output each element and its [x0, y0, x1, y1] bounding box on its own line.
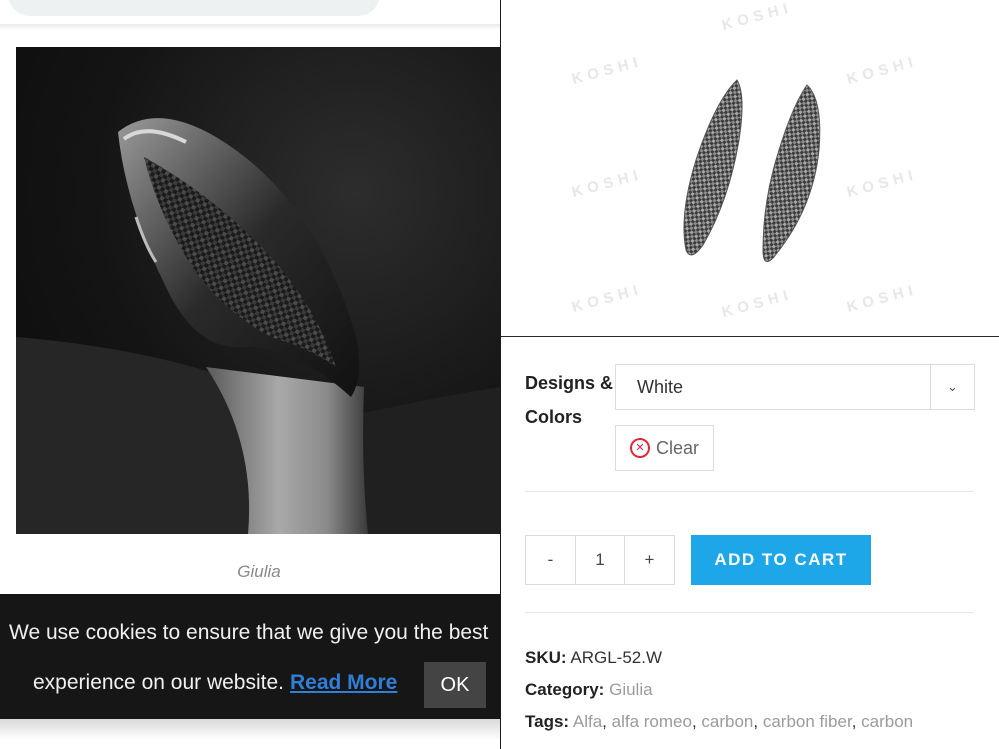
quantity-decrease-button[interactable]: - — [526, 536, 576, 584]
gear-knob-photo — [16, 47, 500, 534]
read-more-link[interactable]: Read More — [290, 671, 397, 694]
quantity-stepper[interactable]: - 1 + — [525, 535, 675, 585]
quantity-input[interactable]: 1 — [576, 536, 625, 584]
category-label: Category: — [525, 680, 605, 699]
tag-link[interactable]: Alfa — [573, 712, 602, 731]
option-label-line2: Colors — [525, 407, 583, 427]
category-link[interactable]: Giulia — [609, 680, 652, 699]
sku-row: SKU: ARGL-52.W — [525, 648, 662, 668]
tags-row: Tags: Alfa, alfa romeo, carbon, carbon f… — [525, 712, 914, 731]
designs-colors-select[interactable]: White ⌄ — [615, 364, 975, 410]
tag-link[interactable]: alfa romeo — [612, 712, 692, 731]
quantity-increase-button[interactable]: + — [625, 536, 674, 584]
sku-value: ARGL-52.W — [570, 648, 662, 667]
cookie-message-line2-text: experience on our website. — [33, 671, 284, 694]
product-image: KOSHI KOSHI KOSHI KOSHI KOSHI KOSHI KOSH… — [501, 0, 999, 337]
tag-link[interactable]: carbon fiber — [763, 712, 852, 731]
right-panel: KOSHI KOSHI KOSHI KOSHI KOSHI KOSHI KOSH… — [500, 0, 999, 749]
carbon-trim-piece-left — [683, 79, 743, 256]
tag-link[interactable]: carbon — [861, 712, 913, 731]
cookie-message-line1: We use cookies to ensure that we give yo… — [9, 621, 489, 644]
designs-colors-label: Designs & Colors — [525, 366, 615, 434]
clear-x-icon: ✕ — [629, 438, 650, 458]
clear-label: Clear — [655, 437, 699, 458]
cookie-ok-button[interactable]: OK — [424, 662, 486, 708]
chevron-down-icon[interactable]: ⌄ — [930, 365, 974, 409]
clear-button[interactable]: ✕ Clear — [615, 425, 714, 471]
selected-option: White — [637, 377, 684, 397]
divider — [525, 491, 974, 492]
top-search-bar[interactable] — [8, 0, 380, 16]
sku-label: SKU: — [525, 648, 567, 667]
option-label-line1: Designs & — [525, 373, 614, 393]
tags-label: Tags: — [525, 712, 570, 731]
image-caption: Giulia — [237, 562, 281, 581]
category-row: Category: Giulia — [525, 680, 653, 700]
carbon-trim-piece-right — [762, 84, 821, 263]
header-shadow — [0, 24, 500, 30]
tag-link[interactable]: carbon — [701, 712, 753, 731]
add-to-cart-button[interactable]: ADD TO CART — [691, 535, 871, 585]
bottom-shade — [0, 719, 500, 749]
cookie-message-line2: experience on our website. Read More — [33, 671, 397, 695]
cookie-banner: We use cookies to ensure that we give yo… — [0, 594, 500, 719]
left-panel: Giulia We use cookies to ensure that we … — [0, 0, 500, 749]
divider — [525, 612, 974, 613]
